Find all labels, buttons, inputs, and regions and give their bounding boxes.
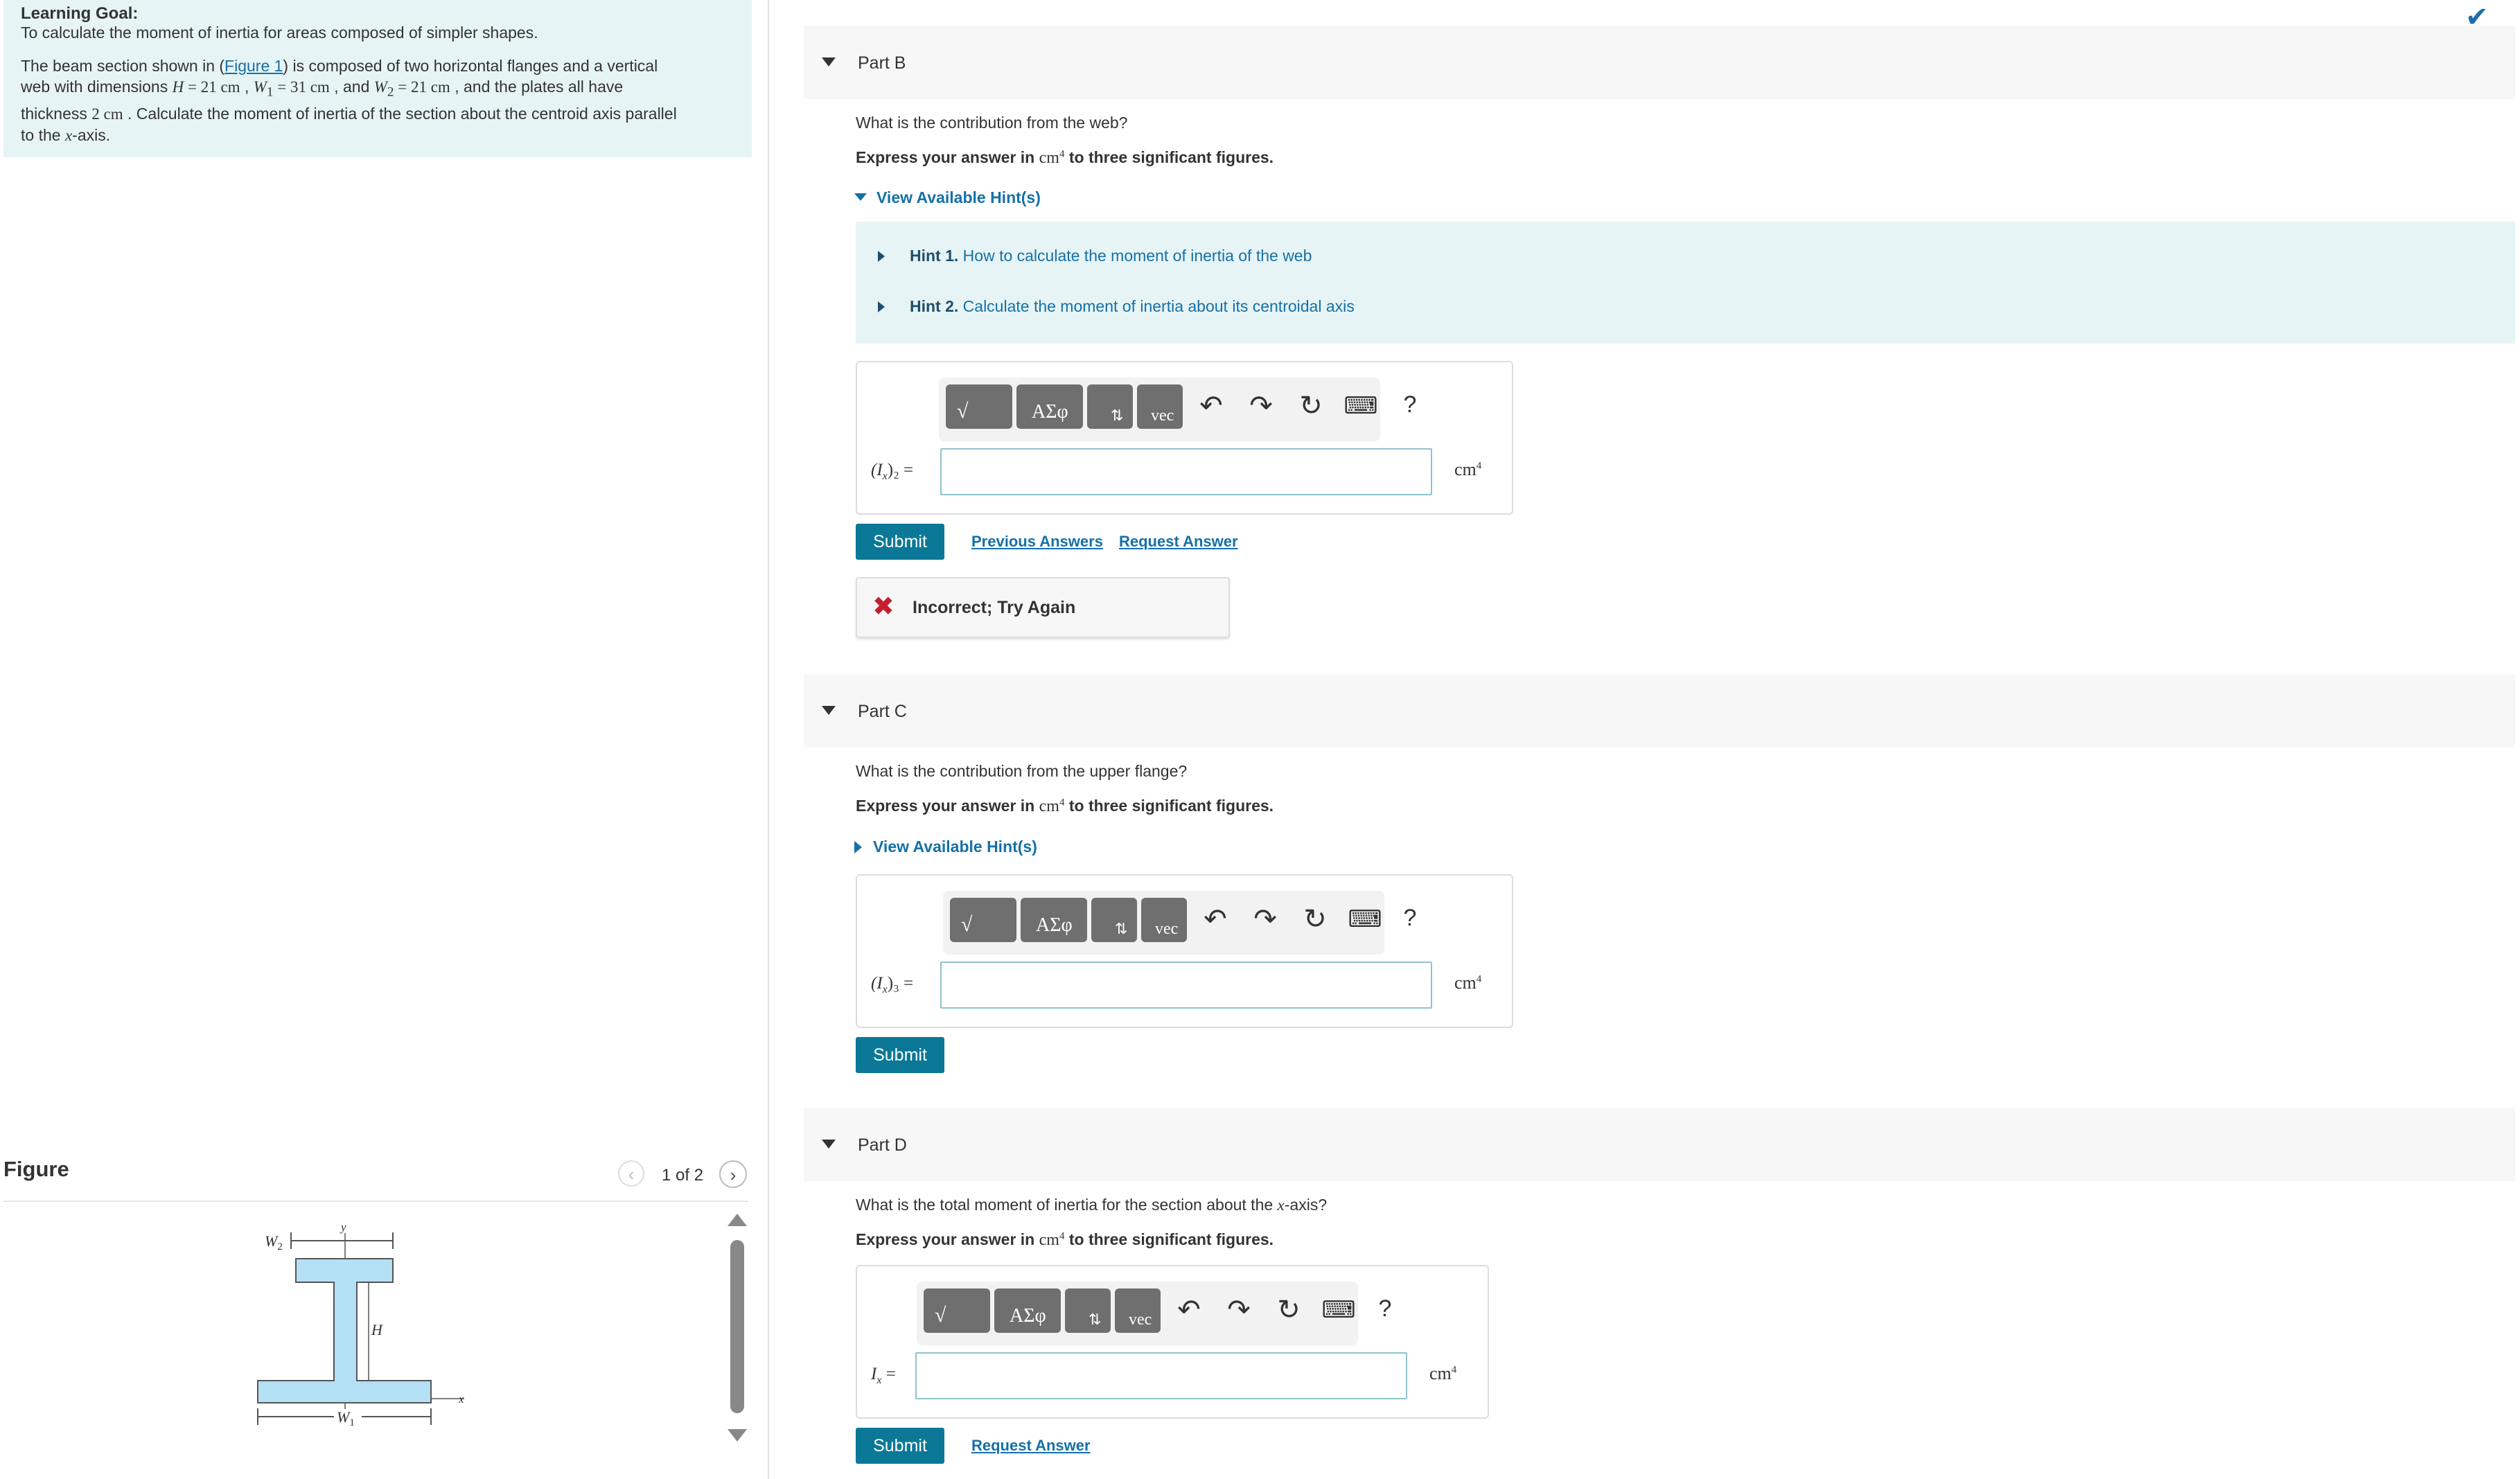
math-toolbar: √ ΑΣφ ⇅ vec ↶ ↷ ↻ ⌨ [943,891,1384,955]
part-c-unit: cm4 [1454,973,1482,993]
expanded-triangle-icon [854,193,867,201]
part-d-answer-input[interactable] [915,1352,1407,1399]
part-d-answer-label: Ix = [871,1365,896,1386]
part-d-title: Part D [858,1135,907,1155]
w2-label: W2 [265,1232,283,1252]
h-label: H [371,1321,383,1338]
vector-button[interactable]: vec [1141,898,1187,942]
x-axis-label: x [458,1392,464,1406]
expand-triangle-icon [878,251,885,262]
templates-button[interactable]: √ [924,1288,990,1333]
hint-2[interactable]: Hint 2. Calculate the moment of inertia … [878,297,1355,316]
part-c-answer-input[interactable] [940,962,1432,1009]
learning-goal-line1: To calculate the moment of inertia for a… [21,24,538,42]
templates-button[interactable]: √ [946,384,1012,429]
collapse-triangle-icon [822,706,836,715]
collapse-triangle-icon [822,57,836,67]
help-icon[interactable]: ? [1393,389,1427,420]
part-c-header[interactable]: Part C [804,674,2515,747]
collapse-triangle-icon [822,1140,836,1149]
problem-statement: The beam section shown in (Figure 1) is … [21,57,677,144]
part-b-hints-toggle[interactable]: View Available Hint(s) [854,188,1041,207]
part-b-title: Part B [858,53,906,73]
scroll-down-arrow[interactable] [728,1429,747,1442]
part-d-question: What is the total moment of inertia for … [856,1196,1328,1214]
part-c-question: What is the contribution from the upper … [856,762,1188,780]
redo-icon[interactable]: ↷ [1222,1294,1256,1326]
reset-icon[interactable]: ↻ [1294,390,1328,422]
undo-icon[interactable]: ↶ [1198,903,1233,935]
feedback-message: Incorrect; Try Again [913,598,1076,617]
keyboard-icon[interactable]: ⌨ [1321,1294,1356,1326]
part-d-header[interactable]: Part D [804,1108,2515,1181]
scrollbar-thumb[interactable] [730,1240,744,1413]
part-d-request-answer-link[interactable]: Request Answer [971,1437,1091,1455]
part-c-submit-button[interactable]: Submit [856,1037,944,1073]
greek-symbols-button[interactable]: ΑΣφ [1021,898,1087,942]
part-b-question: What is the contribution from the web? [856,114,1128,132]
vector-button[interactable]: vec [1115,1288,1161,1333]
learning-goal-box: Learning Goal: To calculate the moment o… [3,0,752,157]
greek-symbols-button[interactable]: ΑΣφ [1016,384,1083,429]
part-b-instructions: Express your answer in cm4 to three sign… [856,148,1274,167]
arrows-button[interactable]: ⇅ [1065,1288,1111,1333]
undo-icon[interactable]: ↶ [1194,390,1228,422]
expand-triangle-icon [878,301,885,312]
part-b-unit: cm4 [1454,459,1482,479]
greek-symbols-button[interactable]: ΑΣφ [994,1288,1061,1333]
figure-title: Figure [3,1157,69,1181]
part-c-hints-toggle[interactable]: View Available Hint(s) [854,838,1037,856]
part-b-submit-button[interactable]: Submit [856,524,944,560]
part-b-hints-box: Hint 1. How to calculate the moment of i… [856,222,2515,344]
hint-1[interactable]: Hint 1. How to calculate the moment of i… [878,247,1312,265]
part-d-answer-box: √ ΑΣφ ⇅ vec ↶ ↷ ↻ ⌨ ? Ix = cm4 [856,1265,1489,1419]
y-axis-label: y [340,1221,346,1234]
learning-goal-title: Learning Goal: [21,4,139,23]
figure-prev-button[interactable]: ‹ [618,1160,644,1187]
figure-divider [3,1201,748,1202]
undo-icon[interactable]: ↶ [1172,1294,1206,1326]
keyboard-icon[interactable]: ⌨ [1343,390,1378,422]
part-b-answer-input[interactable] [940,448,1432,495]
keyboard-icon[interactable]: ⌨ [1348,903,1382,935]
part-d-unit: cm4 [1429,1363,1457,1383]
redo-icon[interactable]: ↷ [1244,390,1278,422]
figure-counter: 1 of 2 [662,1166,704,1185]
part-d-instructions: Express your answer in cm4 to three sign… [856,1230,1274,1249]
part-b-request-answer-link[interactable]: Request Answer [1119,533,1238,551]
part-d-submit-button[interactable]: Submit [856,1428,944,1464]
panel-divider [768,0,769,1479]
part-b-answer-label: (Ix)₂ = [871,461,914,482]
part-b-answer-box: √ ΑΣφ ⇅ vec ↶ ↷ ↻ ⌨ ? (Ix)₂ = cm4 [856,361,1513,515]
arrows-button[interactable]: ⇅ [1087,384,1133,429]
error-x-icon: ✖ [872,592,895,621]
reset-icon[interactable]: ↻ [1271,1294,1306,1326]
part-b-header[interactable]: Part B [804,26,2515,99]
reset-icon[interactable]: ↻ [1298,903,1332,935]
math-toolbar: √ ΑΣφ ⇅ vec ↶ ↷ ↻ ⌨ [939,378,1380,441]
part-c-title: Part C [858,702,907,721]
incorrect-feedback: ✖ Incorrect; Try Again [856,577,1230,638]
expand-triangle-icon [854,841,862,853]
vector-button[interactable]: vec [1137,384,1183,429]
part-c-answer-box: √ ΑΣφ ⇅ vec ↶ ↷ ↻ ⌨ ? (Ix)₃ = cm4 [856,874,1513,1028]
part-c-instructions: Express your answer in cm4 to three sign… [856,797,1274,815]
help-icon[interactable]: ? [1393,902,1427,934]
scroll-up-arrow[interactable] [728,1214,747,1226]
figure-1-link[interactable]: Figure 1 [224,57,283,75]
i-beam-section [257,1258,432,1403]
help-icon[interactable]: ? [1368,1293,1402,1325]
templates-button[interactable]: √ [950,898,1016,942]
part-c-answer-label: (Ix)₃ = [871,974,914,995]
redo-icon[interactable]: ↷ [1248,903,1283,935]
arrows-button[interactable]: ⇅ [1091,898,1137,942]
i-beam-figure: W2 y H x W1 [257,1221,464,1428]
math-toolbar: √ ΑΣφ ⇅ vec ↶ ↷ ↻ ⌨ [917,1282,1358,1345]
figure-next-button[interactable]: › [719,1160,747,1188]
previous-answers-link[interactable]: Previous Answers [971,533,1103,551]
